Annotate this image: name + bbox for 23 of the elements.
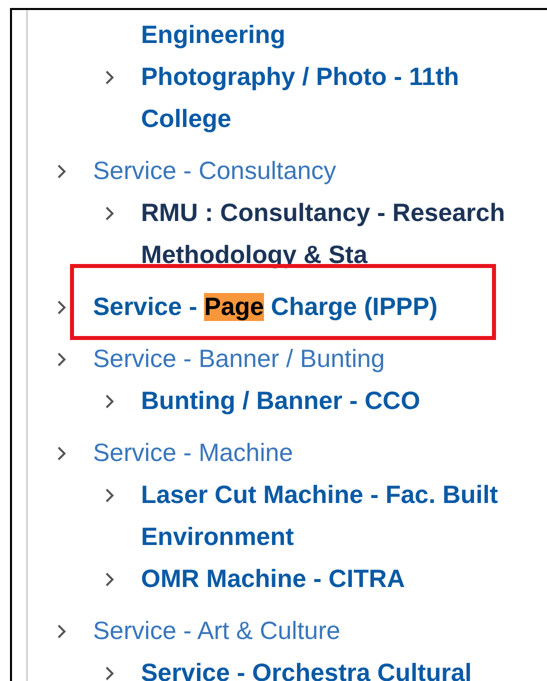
chevron-icon [105,488,114,502]
chevron-icon [105,206,114,220]
chevron-icon [105,70,114,84]
chevron-icon [57,352,66,366]
nav-link[interactable]: Service - Art & Culture [93,610,340,652]
chevron-icon [57,164,66,178]
nav-link[interactable]: Service - Banner / Bunting [93,338,385,380]
nav-link[interactable]: Bunting / Banner - CCO [141,380,536,422]
nav-link[interactable]: Service - Page Charge (IPPP) [93,286,438,328]
chevron-icon [105,572,114,586]
nav-link[interactable]: RMU : Consultancy - Research Methodology & Sta [141,192,536,276]
nav-link[interactable]: Service - Machine [93,432,294,474]
nav-link[interactable]: OMR Machine - CITRA [141,558,536,600]
chevron-icon [105,666,114,680]
nav-link[interactable]: Service - Consultancy [93,150,336,192]
chevron-icon [57,446,66,460]
nav-link[interactable]: Engineering [141,14,536,56]
nav-link[interactable]: Service - Orchestra Cultural [141,652,536,681]
chevron-icon [57,624,66,638]
chevron-icon [105,394,114,408]
nav-link[interactable]: Photography / Photo - 11th College [141,56,536,140]
nav-link[interactable]: Laser Cut Machine - Fac. Built Environment [141,474,536,558]
chevron-icon [57,300,66,314]
